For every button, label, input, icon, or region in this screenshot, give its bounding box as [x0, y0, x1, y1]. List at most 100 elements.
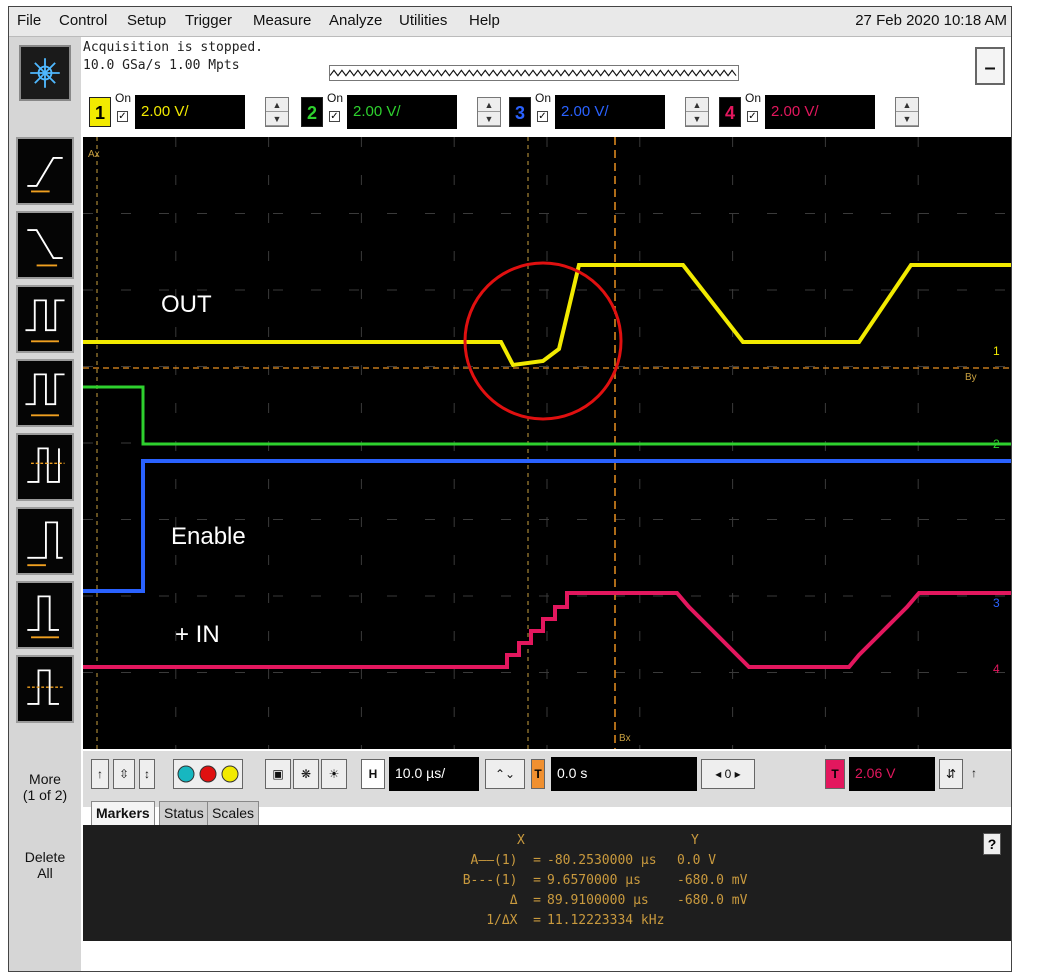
channel-4-on-label: On — [745, 91, 762, 105]
rising-edge-trigger-icon[interactable] — [16, 137, 74, 205]
channel-4-ground-marker[interactable]: 4 — [993, 662, 1000, 676]
channel-2-trace — [83, 385, 1011, 446]
persistence-icon[interactable]: ❋ — [293, 759, 319, 789]
channel-3-on-checkbox[interactable]: ✓ — [537, 111, 548, 122]
menu-utilities[interactable]: Utilities — [399, 12, 447, 29]
trigger-slope-icon[interactable]: ↑ — [967, 759, 981, 789]
delay-value[interactable]: 0.0 s — [551, 757, 697, 791]
menu-analyze[interactable]: Analyze — [329, 12, 382, 29]
channel-1-number[interactable]: 1 — [89, 97, 111, 127]
channel-1-scale-spinner[interactable]: ▲ ▼ — [265, 97, 289, 127]
channel-3-ground-marker[interactable]: 3 — [993, 596, 1000, 610]
trigger-level-spinner[interactable]: ⇵ — [939, 759, 963, 789]
channel-2-scale[interactable]: 2.00 V/ — [347, 95, 457, 129]
channel-2-number[interactable]: 2 — [301, 97, 323, 127]
tab-scales[interactable]: Scales — [207, 801, 260, 825]
channel-4-trace — [83, 591, 1011, 669]
menu-measure[interactable]: Measure — [253, 12, 311, 29]
channel-4-on-checkbox[interactable]: ✓ — [747, 111, 758, 122]
channel-1-ground-marker[interactable]: 1 — [993, 344, 1000, 358]
marker-freq-value: 11.12223334 kHz — [547, 913, 665, 928]
menu-file[interactable]: File — [17, 12, 41, 29]
menu-control[interactable]: Control — [59, 12, 107, 29]
channel-2-on-checkbox[interactable]: ✓ — [329, 111, 340, 122]
acquisition-status: Acquisition is stopped. 10.0 GSa/s 1.00 … — [83, 39, 263, 75]
period-trigger-icon[interactable] — [16, 359, 74, 427]
marker-delta-y: -680.0 mV — [677, 893, 748, 908]
out-label: OUT — [161, 291, 212, 318]
falling-edge-trigger-icon[interactable] — [16, 211, 74, 279]
delete-label: Delete — [24, 849, 66, 865]
glitch-trigger-icon[interactable] — [16, 507, 74, 575]
menu-bar: File Control Setup Trigger Measure Analy… — [9, 7, 1011, 37]
zoom-control-icon[interactable]: ⇳ — [113, 759, 135, 789]
horizontal-controls: ↑ ⇳ ↕ ▣ ❋ ☀ H 10.0 µs/ ⌃⌄ T 0.0 s ◂ 0 ▸ … — [83, 751, 1011, 807]
cursor-ax-label: Ax — [88, 149, 100, 160]
channel-1-scale[interactable]: 2.00 V/ — [135, 95, 245, 129]
channel-4-control: 4 On ✓ 2.00 V/ ▲ ▼ — [719, 91, 929, 131]
memory-timeline[interactable] — [329, 65, 739, 81]
channel-4-number[interactable]: 4 — [719, 97, 741, 127]
sample-rate-text: 10.0 GSa/s 1.00 Mpts — [83, 58, 240, 73]
delete-all-button[interactable]: Delete All — [9, 849, 81, 881]
channel-2-scale-spinner[interactable]: ▲ ▼ — [477, 97, 501, 127]
marker-freq-label: 1/ΔX = — [486, 913, 541, 928]
trigger-level-value[interactable]: 2.06 V — [849, 757, 935, 791]
channel-2-control: 2 On ✓ 2.00 V/ ▲ ▼ — [301, 91, 511, 131]
delay-ref-control[interactable]: ◂ 0 ▸ — [701, 759, 755, 789]
marker-b-label: B---(1) = — [462, 873, 541, 888]
datetime-display: 27 Feb 2020 10:18 AM — [855, 12, 1007, 29]
marker-b-x: 9.6570000 µs — [547, 873, 641, 888]
trigger-t-button[interactable]: T — [825, 759, 845, 789]
channel-3-control: 3 On ✓ 2.00 V/ ▲ ▼ — [509, 91, 719, 131]
more-label: More — [29, 771, 61, 787]
menu-setup[interactable]: Setup — [127, 12, 166, 29]
channel-1-on-checkbox[interactable]: ✓ — [117, 111, 128, 122]
left-toolbar: More (1 of 2) Delete All — [9, 37, 81, 971]
menu-trigger[interactable]: Trigger — [185, 12, 232, 29]
marker-readout-panel: X Y A——(1) = -80.2530000 µs 0.0 V B---(1… — [83, 825, 1011, 941]
menu-help[interactable]: Help — [469, 12, 500, 29]
brightness-icon[interactable]: ☀ — [321, 759, 347, 789]
waveform-display[interactable]: Ax Bx By 1 2 3 4 OUT Enable + IN — [83, 137, 1011, 749]
delay-ref-value: 0 — [724, 767, 732, 781]
channel-2-ground-marker[interactable]: 2 — [993, 437, 1000, 451]
window-trigger-icon[interactable] — [16, 655, 74, 723]
agilent-logo-icon[interactable] — [19, 45, 71, 101]
channel-3-scale[interactable]: 2.00 V/ — [555, 95, 665, 129]
marker-delta-label: Δ = — [509, 893, 541, 908]
channel-1-control: 1 On ✓ 2.00 V/ ▲ ▼ — [89, 91, 299, 131]
channel-4-scale[interactable]: 2.00 V/ — [765, 95, 875, 129]
channel-3-number[interactable]: 3 — [509, 97, 531, 127]
delay-marker-icon[interactable]: T — [531, 759, 545, 789]
runt-trigger-icon[interactable] — [16, 433, 74, 501]
enable-label: Enable — [171, 523, 246, 550]
horizontal-h-button[interactable]: H — [361, 759, 385, 789]
channel-3-on-label: On — [535, 91, 552, 105]
in-label: + IN — [175, 621, 220, 648]
timebase-value[interactable]: 10.0 µs/ — [389, 757, 479, 791]
marker-delta-x: 89.9100000 µs — [547, 893, 649, 908]
tab-status[interactable]: Status — [159, 801, 209, 825]
more-button[interactable]: More (1 of 2) — [9, 771, 81, 803]
color-grade-buttons[interactable] — [173, 759, 243, 789]
timebase-spinner[interactable]: ⌃⌄ — [485, 759, 525, 789]
marker-b-y: -680.0 mV — [677, 873, 748, 888]
timeout-trigger-icon[interactable] — [16, 581, 74, 649]
tab-markers[interactable]: Markers — [91, 801, 155, 825]
marker-y-header: Y — [691, 833, 699, 848]
marker-a-x: -80.2530000 µs — [547, 853, 657, 868]
help-button[interactable]: ? — [983, 833, 1001, 855]
more-page-label: (1 of 2) — [22, 787, 68, 803]
zoom-arrow-icon[interactable]: ↑ — [91, 759, 109, 789]
zoom-spinner[interactable]: ↕ — [139, 759, 155, 789]
pulse-width-trigger-icon[interactable] — [16, 285, 74, 353]
marker-x-header: X — [517, 833, 525, 848]
channel-3-scale-spinner[interactable]: ▲ ▼ — [685, 97, 709, 127]
cursor-by-label: By — [965, 372, 977, 383]
minimize-button[interactable]: – — [975, 47, 1005, 85]
display-icon[interactable]: ▣ — [265, 759, 291, 789]
delete-all-label: All — [37, 865, 53, 881]
channel-4-scale-spinner[interactable]: ▲ ▼ — [895, 97, 919, 127]
channel-2-on-label: On — [327, 91, 344, 105]
